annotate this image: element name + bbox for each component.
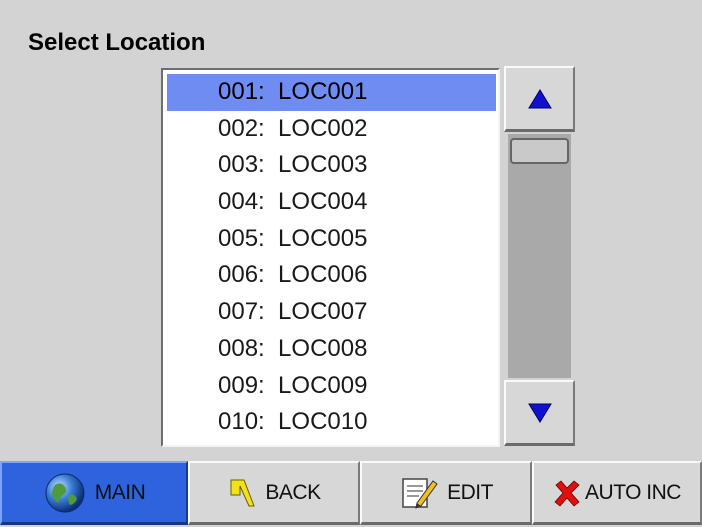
location-list-item[interactable]: 008: LOC008 <box>167 331 496 368</box>
scrollbar-track[interactable] <box>508 134 571 378</box>
scrollbar-thumb[interactable] <box>510 138 569 164</box>
vertical-scrollbar[interactable] <box>502 66 577 449</box>
location-list-item[interactable]: 003: LOC003 <box>167 147 496 184</box>
scroll-down-button[interactable] <box>504 380 575 446</box>
location-list-item[interactable]: 002: LOC002 <box>167 111 496 148</box>
triangle-down-icon <box>527 403 552 423</box>
bottom-nav-bar: MAIN BACK EDIT AUTO INC <box>0 459 702 527</box>
location-list-item[interactable]: 009: LOC009 <box>167 368 496 405</box>
globe-icon <box>43 471 87 515</box>
triangle-up-icon <box>527 88 552 108</box>
auto-inc-button[interactable]: AUTO INC <box>532 461 702 525</box>
back-arrow-icon <box>227 476 257 510</box>
page-title: Select Location <box>28 29 206 56</box>
edit-button-label: EDIT <box>447 480 493 504</box>
main-button[interactable]: MAIN <box>0 461 188 525</box>
red-x-icon <box>553 479 581 507</box>
location-list-item[interactable]: 006: LOC006 <box>167 257 496 294</box>
scroll-up-button[interactable] <box>504 66 575 132</box>
back-button-label: BACK <box>265 480 321 504</box>
location-list: 001: LOC001 002: LOC002 003: LOC003 004: LO… <box>163 70 498 441</box>
back-button[interactable]: BACK <box>188 461 360 525</box>
notepad-pencil-icon <box>399 475 439 511</box>
location-listbox[interactable]: 001: LOC001 002: LOC002 003: LOC003 004: LO… <box>161 68 500 447</box>
auto-inc-button-label: AUTO INC <box>585 480 681 504</box>
edit-button[interactable]: EDIT <box>360 461 532 525</box>
location-list-item[interactable]: 010: LOC010 <box>167 404 496 441</box>
location-list-item[interactable]: 005: LOC005 <box>167 221 496 258</box>
location-list-item[interactable]: 004: LOC004 <box>167 184 496 221</box>
main-button-label: MAIN <box>94 480 146 504</box>
location-list-item[interactable]: 001: LOC001 <box>167 74 496 111</box>
location-list-item[interactable]: 007: LOC007 <box>167 294 496 331</box>
